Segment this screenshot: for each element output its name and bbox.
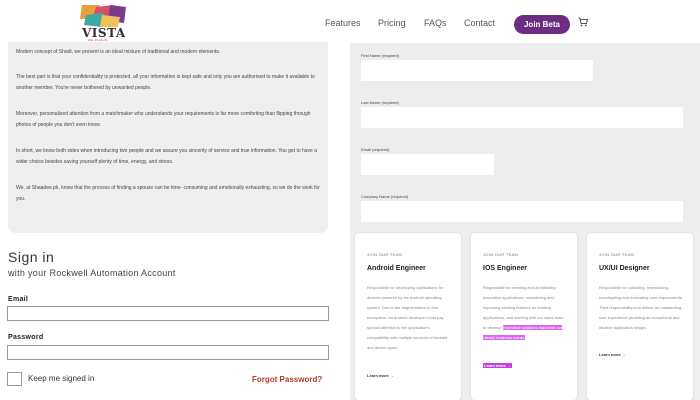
nav-features[interactable]: Features	[325, 18, 361, 28]
card-description: Responsible for collecting, researching,…	[599, 285, 683, 330]
card-eyebrow: JOIN OUR TEAM	[367, 252, 403, 257]
company-name-field[interactable]	[361, 201, 683, 222]
about-paragraph: In short, we know both sides when introd…	[16, 148, 318, 165]
email-required-field[interactable]	[361, 154, 494, 175]
password-field[interactable]	[7, 345, 329, 360]
cart-icon[interactable]	[578, 17, 588, 27]
card-description: Responsible for developing applications …	[367, 285, 448, 350]
vista-logo[interactable]: VISTA WE PLUGIN	[80, 5, 128, 42]
first-name-label: First Name (required)	[361, 53, 400, 58]
about-paragraph: We, at Shaadee.pk, know that the process…	[16, 185, 320, 202]
remember-me-checkbox[interactable]	[7, 372, 22, 386]
logo-graphic-icon	[80, 5, 126, 27]
email-field[interactable]	[7, 306, 329, 321]
site-header: VISTA WE PLUGIN Features Pricing FAQs Co…	[0, 0, 700, 44]
learn-more-link[interactable]: Learn more →	[483, 363, 512, 368]
sign-in-title: Sign in	[8, 249, 55, 265]
company-name-label: Company Name (required)	[361, 194, 409, 199]
card-eyebrow: JOIN OUR TEAM	[483, 252, 519, 257]
forgot-password-link[interactable]: Forgot Password?	[252, 375, 322, 384]
card-title: UX/UI Designer	[599, 265, 650, 272]
about-paragraph: Modern concept of Shadi, we present is a…	[16, 49, 221, 55]
last-name-field[interactable]	[361, 107, 683, 128]
nav-faqs[interactable]: FAQs	[424, 18, 447, 28]
password-label: Password	[8, 334, 44, 341]
nav-contact[interactable]: Contact	[464, 18, 495, 28]
card-title: Android Engineer	[367, 265, 426, 272]
card-title: IOS Engineer	[483, 265, 527, 272]
about-paragraph: The best part is that your confidentiali…	[16, 74, 315, 91]
join-beta-button[interactable]: Join Beta	[514, 15, 570, 34]
contact-form-panel: First Name (required) Last Name (require…	[350, 43, 700, 230]
about-paragraph: Moreover, personalized attention from a …	[16, 111, 311, 128]
learn-more-link[interactable]: Learn more →	[599, 352, 626, 357]
learn-more-link[interactable]: Learn more →	[367, 373, 394, 378]
nav-pricing[interactable]: Pricing	[378, 18, 406, 28]
job-card-ios: JOIN OUR TEAM IOS Engineer Responsible f…	[471, 233, 577, 400]
first-name-field[interactable]	[361, 60, 593, 81]
email-label: Email	[8, 296, 29, 303]
email-required-label: Email (required)	[361, 147, 390, 152]
sign-in-subtitle: with your Rockwell Automation Account	[8, 268, 176, 278]
job-card-android: JOIN OUR TEAM Android Engineer Responsib…	[355, 233, 461, 400]
last-name-label: Last Name (required)	[361, 100, 399, 105]
job-card-uxui: JOIN OUR TEAM UX/UI Designer Responsible…	[587, 233, 693, 400]
about-text-panel: Modern concept of Shadi, we present is a…	[8, 42, 328, 233]
card-description: Responsible for creating and architectin…	[483, 285, 564, 340]
card-eyebrow: JOIN OUR TEAM	[599, 252, 635, 257]
remember-me-label[interactable]: Keep me signed in	[28, 374, 94, 383]
